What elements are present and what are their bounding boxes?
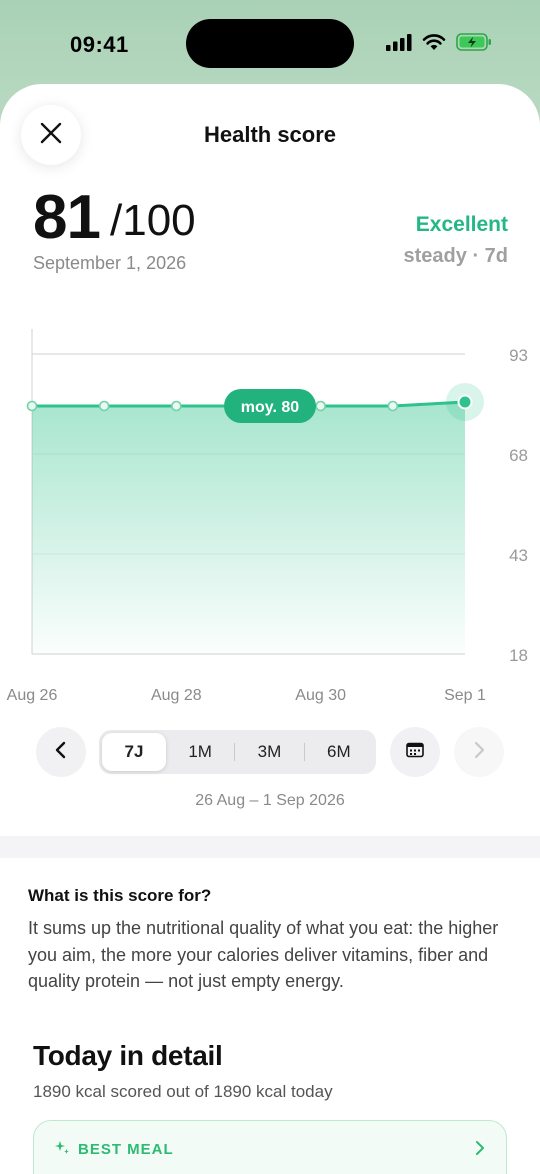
- battery-icon: [456, 33, 492, 56]
- score-area: [32, 402, 465, 654]
- period-option-1m[interactable]: 1M: [166, 733, 234, 771]
- date-range: 26 Aug – 1 Sep 2026: [195, 792, 345, 809]
- page-title: Health score: [203, 122, 337, 147]
- current-point: [457, 394, 473, 410]
- period-option-6m[interactable]: 6M: [305, 733, 373, 771]
- score-chart-svg: 93 68 43 18 Aug 26 Aug 28 Aug 30 Sep 1 moy. 80: [7, 329, 528, 704]
- info-text: It sums up the nutritional quality of wh…: [28, 918, 499, 991]
- status-time: 09:41: [70, 32, 129, 57]
- y-tick-label: 18: [509, 646, 528, 665]
- today-subtitle: 1890 kcal scored out of 1890 kcal today: [33, 1082, 333, 1101]
- chevron-right-icon: [472, 740, 486, 765]
- period-option-3m[interactable]: 3M: [235, 733, 303, 771]
- best-meal-label: BEST MEAL: [78, 1141, 174, 1158]
- data-point: [98, 400, 110, 412]
- period-option-7j[interactable]: 7J: [102, 733, 166, 771]
- x-tick-label: Aug 28: [151, 687, 202, 704]
- chevron-left-icon: [54, 740, 68, 765]
- score-chart: 93 68 43 18 Aug 26 Aug 28 Aug 30 Sep 1 moy. 80: [0, 314, 540, 714]
- score-date: September 1, 2026: [33, 253, 187, 273]
- x-tick-label: Aug 26: [7, 687, 58, 704]
- score-value: 81: [33, 183, 101, 252]
- data-point: [387, 400, 399, 412]
- score-max: /100: [110, 196, 196, 245]
- health-score-sheet: Health score 81 /100 September 1, 2026 E…: [0, 84, 540, 1174]
- period-selector: 7J 1M 3M 6M: [99, 730, 376, 774]
- average-badge-label: moy. 80: [241, 399, 300, 416]
- best-meal-card[interactable]: BEST MEAL: [33, 1120, 507, 1174]
- average-badge: moy. 80: [224, 389, 316, 423]
- y-tick-label: 93: [509, 346, 528, 365]
- data-point: [171, 400, 182, 412]
- chevron-right-icon: [474, 1139, 486, 1162]
- section-divider: [0, 836, 540, 858]
- data-point: [315, 400, 326, 412]
- previous-period-button[interactable]: [36, 727, 86, 777]
- y-tick-label: 43: [509, 546, 528, 565]
- today-title: Today in detail: [33, 1040, 223, 1071]
- data-point: [26, 400, 38, 412]
- calendar-button[interactable]: [390, 727, 440, 777]
- dynamic-island: [186, 19, 354, 68]
- signal-icon: [386, 33, 412, 56]
- score-trend: steady · 7d: [403, 245, 508, 267]
- info-title: What is this score for?: [28, 886, 212, 905]
- x-tick-label: Sep 1: [444, 687, 486, 704]
- y-tick-label: 68: [509, 446, 528, 465]
- sparkle-icon: [54, 1140, 70, 1161]
- calendar-icon: [406, 742, 424, 763]
- status-icons: [386, 33, 492, 56]
- x-tick-label: Aug 30: [295, 687, 346, 704]
- status-bar: 09:41: [0, 0, 540, 90]
- wifi-icon: [422, 33, 446, 56]
- score-rating: Excellent: [415, 213, 508, 236]
- next-period-button[interactable]: [454, 727, 504, 777]
